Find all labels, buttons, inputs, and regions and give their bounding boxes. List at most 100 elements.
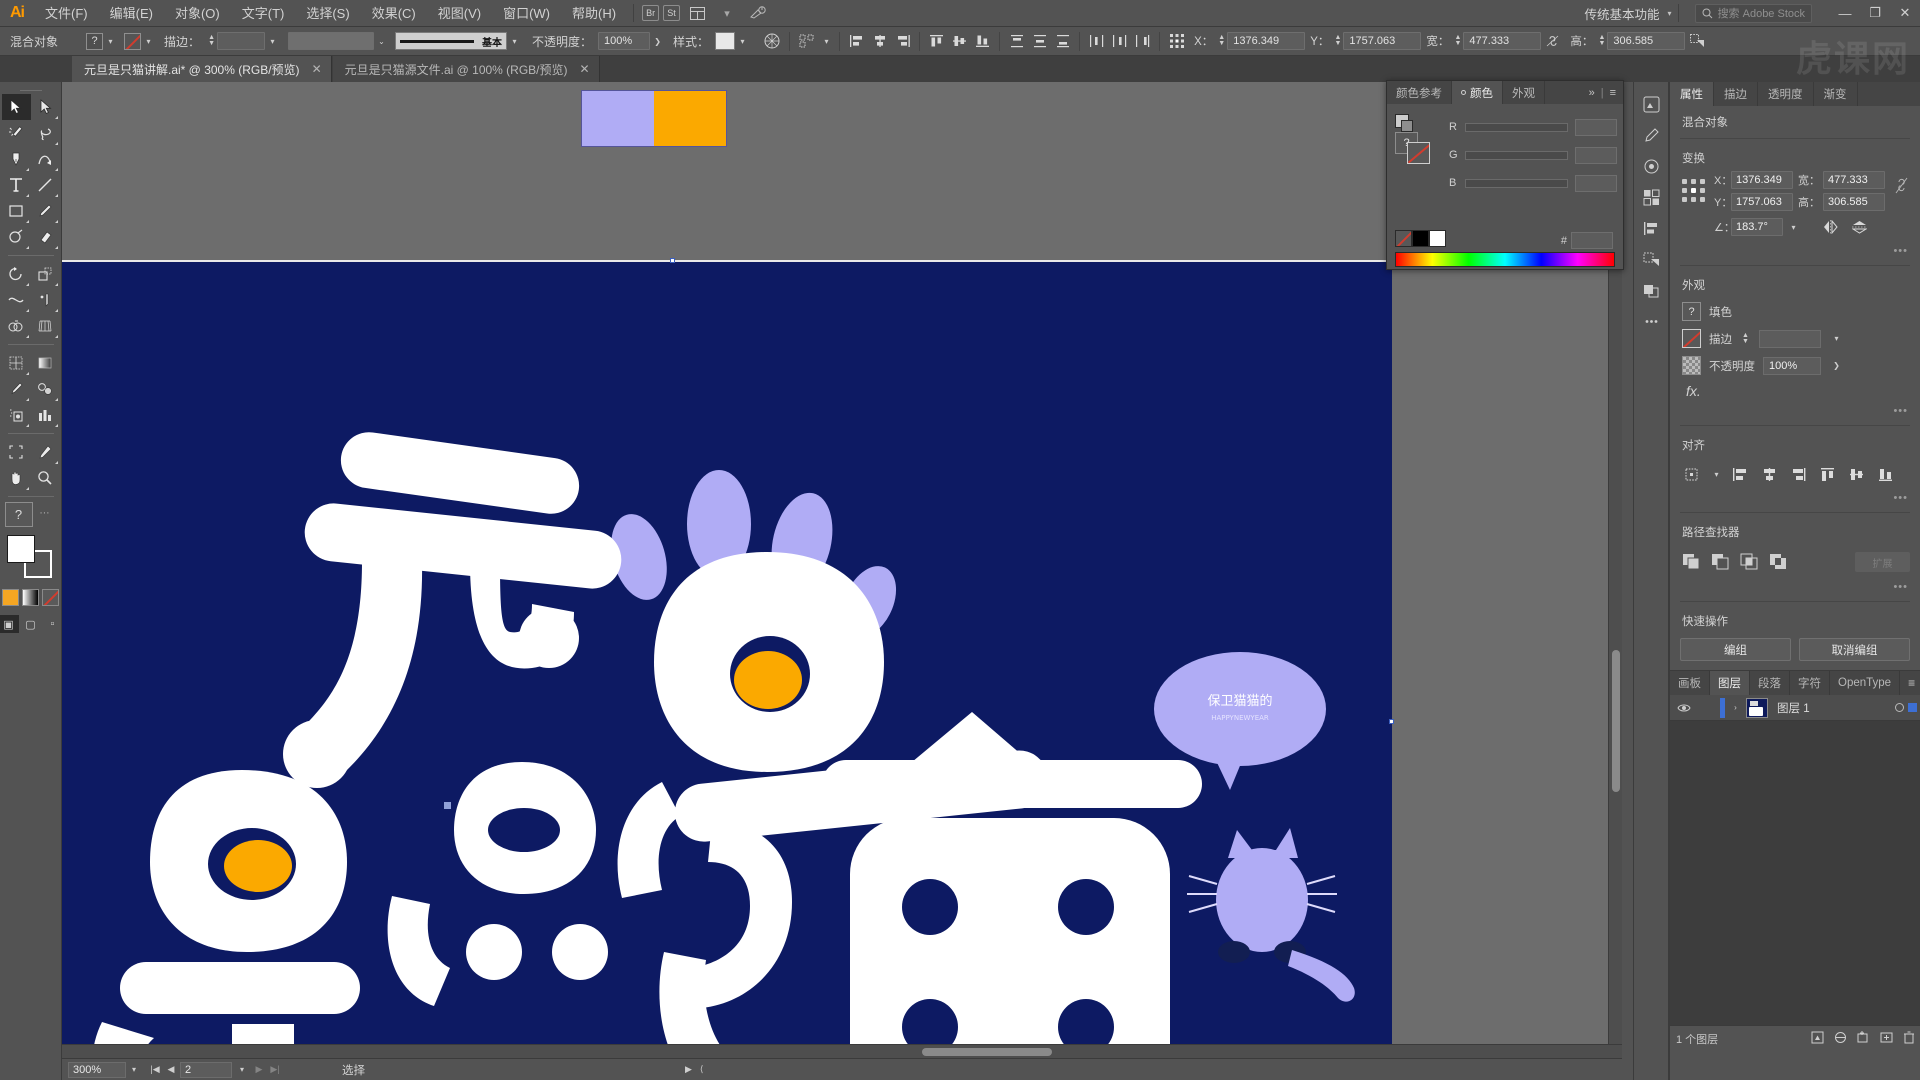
- screen-mode-full-menu-icon[interactable]: ▢: [21, 615, 41, 633]
- rgb-input-b[interactable]: [1575, 174, 1617, 192]
- tab-document-2-close-icon[interactable]: ✕: [580, 62, 590, 76]
- align-center-vertical-icon[interactable]: [948, 30, 971, 52]
- tab-transparency[interactable]: 透明度: [1758, 82, 1814, 106]
- distribute-vertical-center-icon[interactable]: [1028, 30, 1051, 52]
- props-align-top-icon[interactable]: [1814, 462, 1840, 486]
- color-panel-stroke-proxy[interactable]: [1401, 120, 1413, 132]
- create-new-layer-icon[interactable]: [1880, 1031, 1893, 1047]
- select-similar-chevron-icon[interactable]: ▾: [819, 33, 834, 50]
- align-center-horizontal-icon[interactable]: [868, 30, 891, 52]
- first-artboard-button[interactable]: |◀: [148, 1062, 162, 1078]
- pen-tool[interactable]: [2, 146, 31, 172]
- props-w-input[interactable]: 477.333: [1823, 171, 1885, 189]
- tab-appearance[interactable]: 外观: [1503, 81, 1545, 104]
- tab-document-1-close-icon[interactable]: ✕: [312, 62, 322, 76]
- color-swatch-button[interactable]: [2, 589, 19, 606]
- zoom-level-input[interactable]: 300%: [68, 1061, 126, 1078]
- locate-object-icon[interactable]: [1811, 1031, 1824, 1047]
- gradient-swatch-button[interactable]: [22, 589, 39, 606]
- next-artboard-button[interactable]: ▶: [252, 1062, 266, 1078]
- tab-gradient[interactable]: 渐变: [1814, 82, 1858, 106]
- rectangle-tool[interactable]: [2, 198, 31, 224]
- stroke-style-chevron-icon[interactable]: ⌄: [374, 33, 389, 50]
- lasso-tool[interactable]: [31, 120, 60, 146]
- arrange-chevron-down-icon[interactable]: ▾: [714, 3, 740, 23]
- stock-icon[interactable]: St: [663, 5, 681, 21]
- style-chevron-down-icon[interactable]: ▾: [735, 33, 750, 50]
- appearance-stroke-input[interactable]: [1759, 329, 1821, 348]
- symbol-sprayer-tool[interactable]: [2, 402, 31, 428]
- fill-and-stroke-indicator[interactable]: [6, 535, 55, 581]
- bridge-icon[interactable]: Br: [642, 5, 660, 21]
- status-resize-grip-icon[interactable]: ⟨: [700, 1064, 704, 1075]
- toolbar-help-button[interactable]: ?: [4, 502, 33, 527]
- layer-row-1[interactable]: › 图层 1: [1670, 695, 1920, 721]
- profile-chevron-down-icon[interactable]: ▾: [507, 33, 522, 50]
- ungroup-button[interactable]: 取消编组: [1799, 638, 1910, 661]
- transform-reference-point-grid[interactable]: [1680, 177, 1706, 203]
- appearance-stroke-chevron-down-icon[interactable]: ▾: [1829, 330, 1844, 347]
- rgb-input-r[interactable]: [1575, 118, 1617, 136]
- distribute-vertical-top-icon[interactable]: [1005, 30, 1028, 52]
- tab-document-1[interactable]: 元旦是只猫讲解.ai* @ 300% (RGB/预览) ✕: [72, 56, 332, 82]
- align-bottom-icon[interactable]: [971, 30, 994, 52]
- edit-toolbar-icon[interactable]: ⋯: [33, 502, 57, 524]
- variable-width-profile-select[interactable]: 基本: [395, 32, 508, 50]
- props-h-input[interactable]: 306.585: [1823, 193, 1885, 211]
- free-transform-tool[interactable]: [31, 287, 60, 313]
- window-restore-button[interactable]: ❐: [1860, 0, 1890, 27]
- direct-selection-tool[interactable]: [31, 94, 60, 120]
- prev-artboard-button[interactable]: ◀: [164, 1062, 178, 1078]
- color-spectrum-bar[interactable]: [1395, 252, 1615, 267]
- appearance-more-options-icon[interactable]: •••: [1670, 403, 1920, 423]
- selection-tool[interactable]: [1, 94, 31, 120]
- align-top-icon[interactable]: [925, 30, 948, 52]
- props-align-bottom-icon[interactable]: [1872, 462, 1898, 486]
- fill-color-swatch[interactable]: [6, 535, 35, 563]
- tab-layers[interactable]: 图层: [1710, 671, 1750, 695]
- workspace-chevron-down-icon[interactable]: ▾: [1668, 9, 1672, 18]
- stroke-weight-chevron-down-icon[interactable]: ▾: [265, 33, 280, 50]
- tools-panel-grip[interactable]: [16, 86, 46, 94]
- artboard-chevron-down-icon[interactable]: ▾: [234, 1062, 250, 1078]
- appearance-stroke-swatch[interactable]: [1682, 329, 1701, 348]
- paintbrush-tool[interactable]: [31, 198, 60, 224]
- rgb-slider-g[interactable]: [1465, 150, 1568, 160]
- transform-more-options-icon[interactable]: •••: [1670, 243, 1920, 263]
- screen-mode-full-icon[interactable]: ▫: [43, 615, 63, 633]
- graphic-style-swatch[interactable]: [715, 32, 736, 50]
- menu-effect[interactable]: 效果(C): [361, 0, 427, 27]
- control-y-input[interactable]: 1757.063: [1343, 32, 1422, 50]
- control-y-stepper[interactable]: ▲ ▼: [1332, 33, 1343, 50]
- tab-color[interactable]: 颜色: [1452, 81, 1503, 104]
- transform-reference-point-icon[interactable]: [1165, 30, 1189, 52]
- distribute-horizontal-right-icon[interactable]: [1131, 30, 1154, 52]
- none-swatch-button[interactable]: [42, 589, 59, 606]
- fill-chevron-down-icon[interactable]: ▾: [103, 33, 118, 50]
- props-align-center-v-icon[interactable]: [1843, 462, 1869, 486]
- appearance-stroke-stepper[interactable]: ▲ ▼: [1740, 330, 1751, 347]
- stroke-swatch-button[interactable]: [124, 32, 142, 50]
- fill-swatch-button[interactable]: ?: [86, 32, 104, 50]
- transform-panel-icon[interactable]: [1685, 30, 1709, 52]
- align-panel-icon[interactable]: [1637, 214, 1665, 242]
- layer-visibility-eye-icon[interactable]: [1674, 703, 1693, 713]
- quick-swatch-none[interactable]: [1395, 230, 1412, 247]
- tab-paragraph[interactable]: 段落: [1750, 671, 1790, 695]
- menu-select[interactable]: 选择(S): [295, 0, 360, 27]
- rgb-slider-b[interactable]: [1465, 178, 1568, 188]
- appearance-opacity-input[interactable]: 100%: [1763, 356, 1821, 375]
- status-indicator[interactable]: 选择: [342, 1062, 365, 1078]
- hex-input[interactable]: [1571, 232, 1613, 249]
- pathfinder-more-options-icon[interactable]: •••: [1670, 579, 1920, 599]
- tab-artboards[interactable]: 画板: [1670, 671, 1710, 695]
- control-w-input[interactable]: 477.333: [1463, 32, 1542, 50]
- color-panel-current-color[interactable]: ?: [1395, 132, 1430, 164]
- tab-document-2[interactable]: 元旦是只猫源文件.ai @ 100% (RGB/预览) ✕: [332, 56, 600, 82]
- pathfinder-exclude-icon[interactable]: [1767, 551, 1789, 573]
- menu-help[interactable]: 帮助(H): [561, 0, 627, 27]
- status-flyout-icon[interactable]: ▶: [685, 1064, 692, 1075]
- tab-stroke[interactable]: 描边: [1714, 82, 1758, 106]
- delete-layer-trash-icon[interactable]: [1903, 1031, 1915, 1047]
- zoom-tool[interactable]: [31, 465, 60, 491]
